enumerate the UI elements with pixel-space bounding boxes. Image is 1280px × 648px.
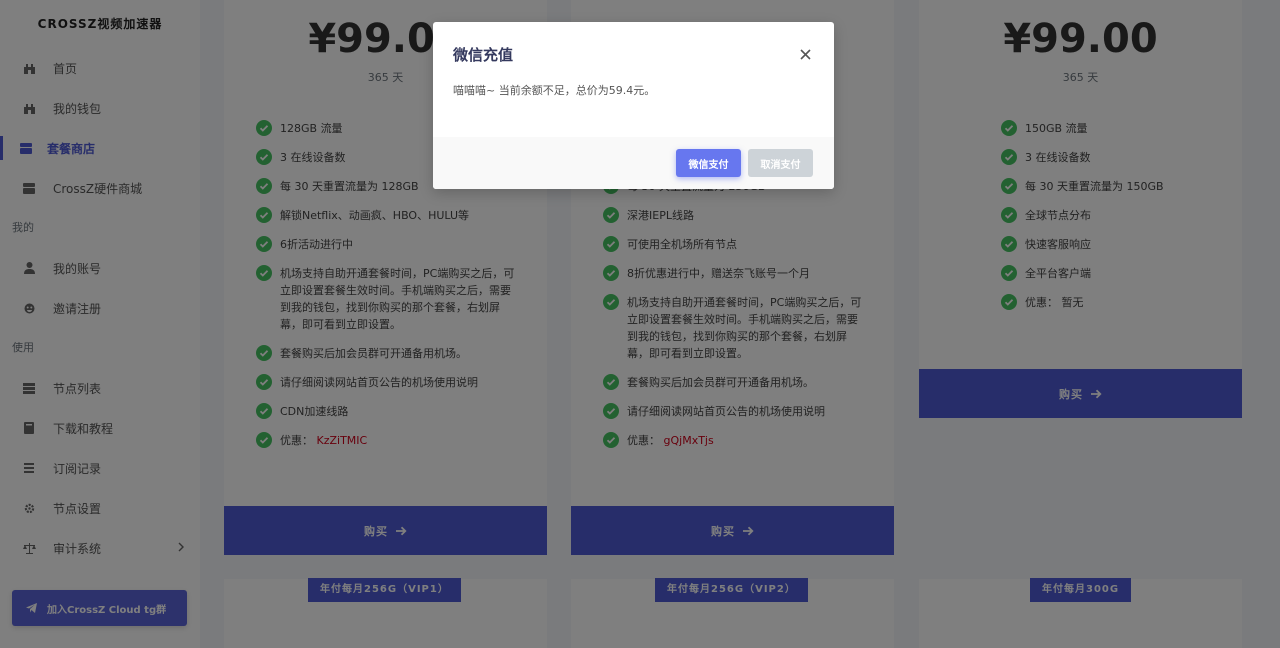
wechat-recharge-modal: 微信充值 喵喵喵~ 当前余额不足，总价为59.4元。 微信支付 取消支付 <box>433 22 834 189</box>
wechat-pay-button[interactable]: 微信支付 <box>676 149 741 177</box>
modal-title: 微信充值 <box>453 46 514 64</box>
modal-message: 喵喵喵~ 当前余额不足，总价为59.4元。 <box>453 84 656 97</box>
cancel-payment-button[interactable]: 取消支付 <box>748 149 813 177</box>
close-icon[interactable] <box>800 44 814 60</box>
modal-footer: 微信支付 取消支付 <box>433 137 834 189</box>
